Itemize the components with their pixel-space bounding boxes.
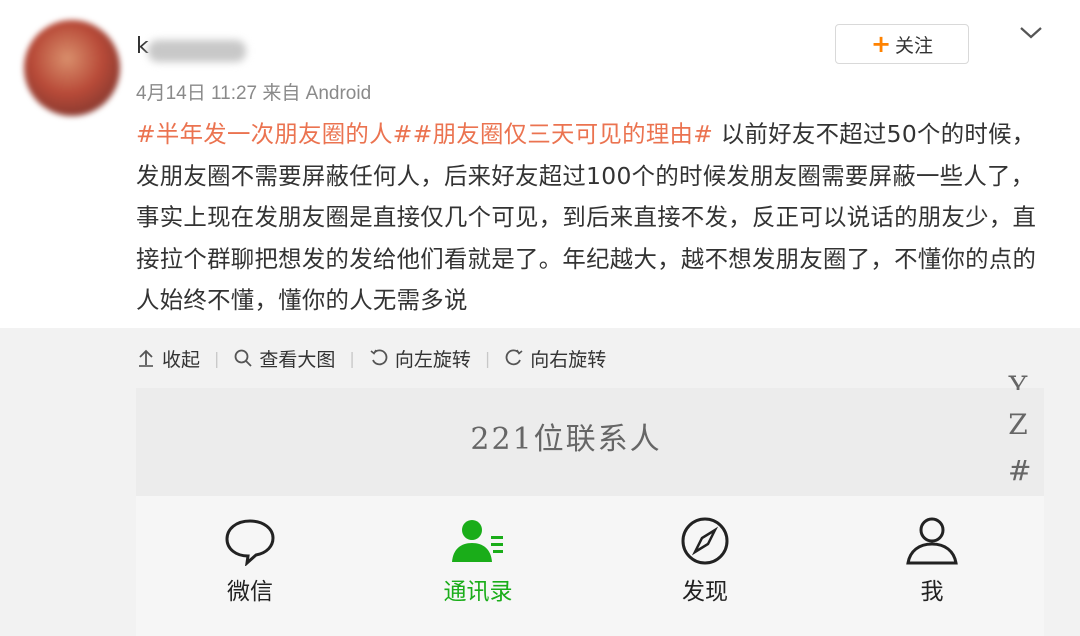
rotate-right-icon bbox=[505, 349, 523, 366]
follow-label: 关注 bbox=[895, 34, 934, 57]
plus-icon: + bbox=[870, 30, 892, 58]
rotate-left-label: 向左旋转 bbox=[394, 348, 471, 371]
username[interactable]: k bbox=[136, 34, 246, 64]
embedded-screenshot[interactable]: 221位联系人 Y Z # 微信 通讯录 发现 我 bbox=[136, 370, 1044, 636]
post-body: 以前好友不超过50个的时候，发朋友圈不需要屏蔽任何人，后来好友超过100个的时候… bbox=[136, 120, 1037, 314]
tab-label: 微信 bbox=[227, 579, 273, 605]
hashtag-link[interactable]: #朋友圈仅三天可见的理由# bbox=[413, 120, 713, 148]
divider: | bbox=[214, 348, 220, 368]
chevron-down-icon[interactable] bbox=[1018, 24, 1044, 42]
collapse-button[interactable]: 收起 bbox=[136, 345, 200, 372]
index-letter: Y bbox=[1008, 370, 1028, 390]
rotate-right-label: 向右旋转 bbox=[530, 348, 607, 371]
index-letter: Z bbox=[1008, 408, 1028, 441]
post-text: #半年发一次朋友圈的人##朋友圈仅三天可见的理由# 以前好友不超过50个的时候，… bbox=[136, 114, 1048, 322]
person-icon bbox=[906, 517, 958, 565]
chat-bubble-icon bbox=[225, 519, 275, 566]
view-large-label: 查看大图 bbox=[259, 348, 336, 371]
image-actions: 收起 | 查看大图 | 向左旋转 | 向右旋转 bbox=[136, 342, 606, 374]
tab-label: 通讯录 bbox=[443, 579, 513, 605]
collapse-icon bbox=[139, 349, 153, 367]
tab-discover[interactable]: 发现 bbox=[645, 516, 765, 606]
rotate-left-button[interactable]: 向左旋转 bbox=[369, 345, 471, 372]
contacts-footer: 221位联系人 Y Z # bbox=[136, 370, 1044, 496]
divider: | bbox=[349, 348, 355, 368]
tab-wechat[interactable]: 微信 bbox=[190, 516, 310, 606]
tab-contacts[interactable]: 通讯录 bbox=[418, 516, 538, 606]
contacts-count: 221位联系人 bbox=[470, 422, 662, 457]
follow-button[interactable]: + 关注 bbox=[835, 24, 969, 64]
username-initial: k bbox=[136, 34, 149, 59]
compass-icon bbox=[681, 517, 729, 565]
tab-label: 发现 bbox=[682, 579, 728, 605]
rotate-right-button[interactable]: 向右旋转 bbox=[504, 345, 606, 372]
search-icon bbox=[235, 349, 253, 367]
divider: | bbox=[484, 348, 491, 368]
view-large-button[interactable]: 查看大图 bbox=[233, 345, 335, 372]
contacts-icon bbox=[452, 520, 503, 562]
weibo-post: k 4月14日 11:27 来自 Android + 关注 #半年发一次朋友圈的… bbox=[0, 0, 1080, 328]
tab-me[interactable]: 我 bbox=[872, 516, 992, 606]
index-letter: # bbox=[1008, 454, 1032, 487]
avatar[interactable] bbox=[24, 20, 120, 116]
collapse-label: 收起 bbox=[162, 348, 201, 371]
hashtag-link[interactable]: #半年发一次朋友圈的人# bbox=[136, 120, 413, 148]
username-blurred bbox=[148, 40, 246, 62]
post-meta: 4月14日 11:27 来自 Android bbox=[136, 83, 372, 104]
rotate-left-icon bbox=[370, 349, 388, 366]
tab-label: 我 bbox=[920, 579, 944, 605]
